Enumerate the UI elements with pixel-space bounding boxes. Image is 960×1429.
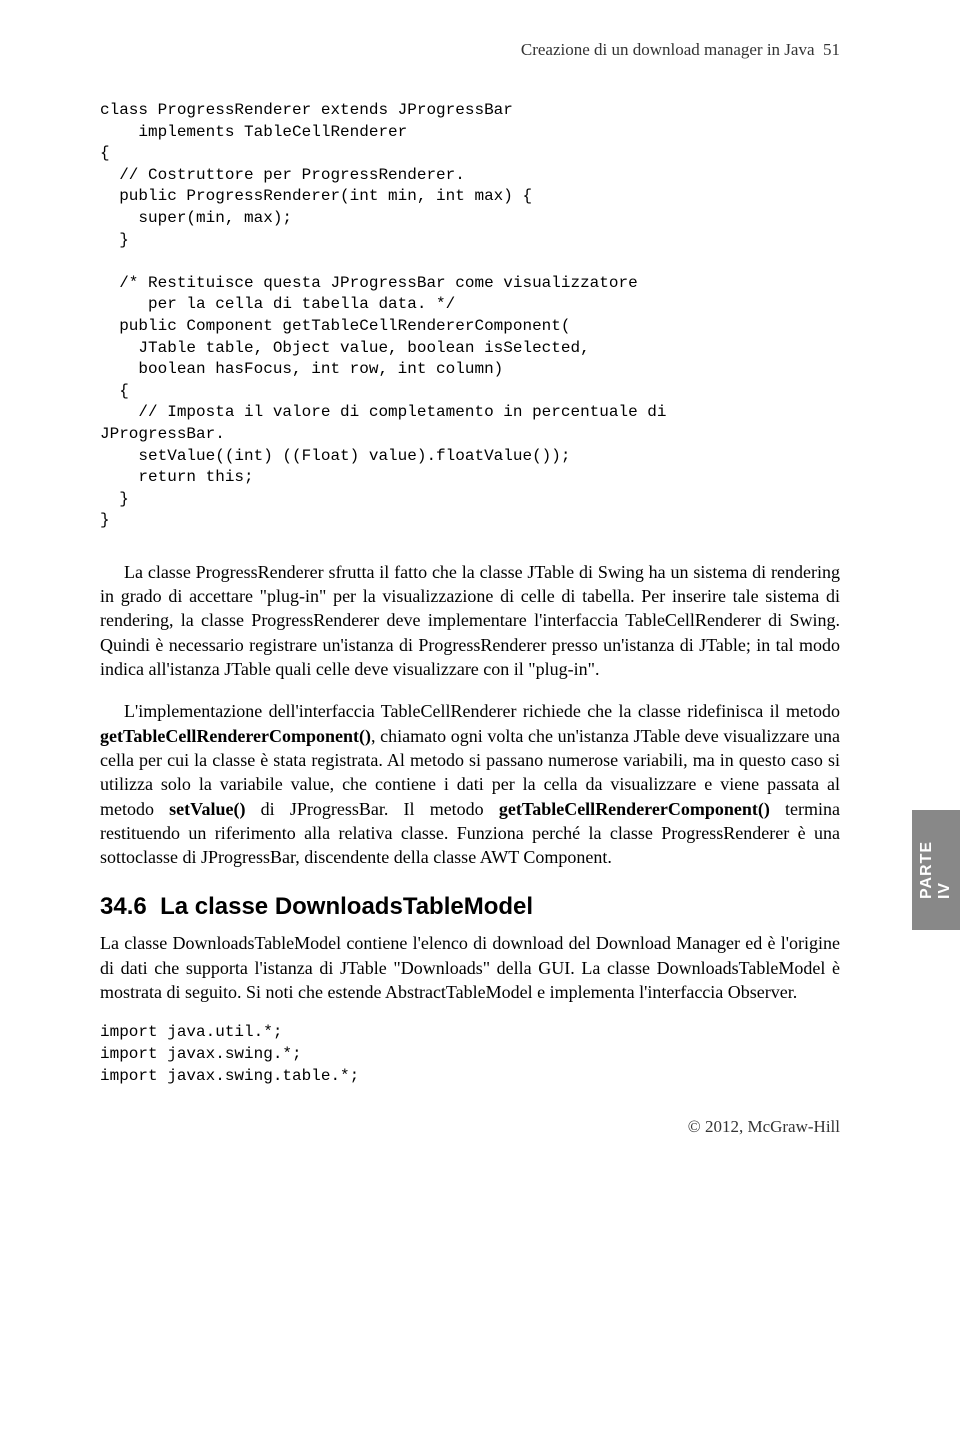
footer: © 2012, McGraw-Hill [100, 1117, 840, 1137]
part-tab-label: PARTE IV [918, 841, 954, 899]
section-title: La classe DownloadsTableModel [160, 893, 533, 920]
p2-bold-2: setValue() [169, 799, 245, 819]
section-heading: 34.6 La classe DownloadsTableModel [100, 893, 840, 921]
p2-bold-1: getTableCellRendererComponent() [100, 726, 371, 746]
page-container: Creazione di un download manager in Java… [0, 0, 960, 1177]
paragraph-2: L'implementazione dell'interfaccia Table… [100, 699, 840, 869]
p2-bold-3: getTableCellRendererComponent() [499, 799, 770, 819]
running-header: Creazione di un download manager in Java… [100, 40, 840, 60]
p2-d: di JProgressBar. Il metodo [246, 799, 499, 819]
code-block-1: class ProgressRenderer extends JProgress… [100, 100, 840, 532]
page-number: 51 [823, 40, 840, 59]
paragraph-1: La classe ProgressRenderer sfrutta il fa… [100, 560, 840, 681]
running-title: Creazione di un download manager in Java [521, 40, 815, 59]
code-block-2: import java.util.*; import javax.swing.*… [100, 1022, 840, 1087]
p2-a: L'implementazione dell'interfaccia Table… [124, 701, 840, 721]
copyright-text: © 2012, McGraw-Hill [688, 1117, 840, 1136]
paragraph-3: La classe DownloadsTableModel contiene l… [100, 931, 840, 1004]
paragraph-1-text: La classe ProgressRenderer sfrutta il fa… [100, 562, 840, 679]
part-tab: PARTE IV [912, 810, 960, 930]
section-number: 34.6 [100, 893, 147, 920]
